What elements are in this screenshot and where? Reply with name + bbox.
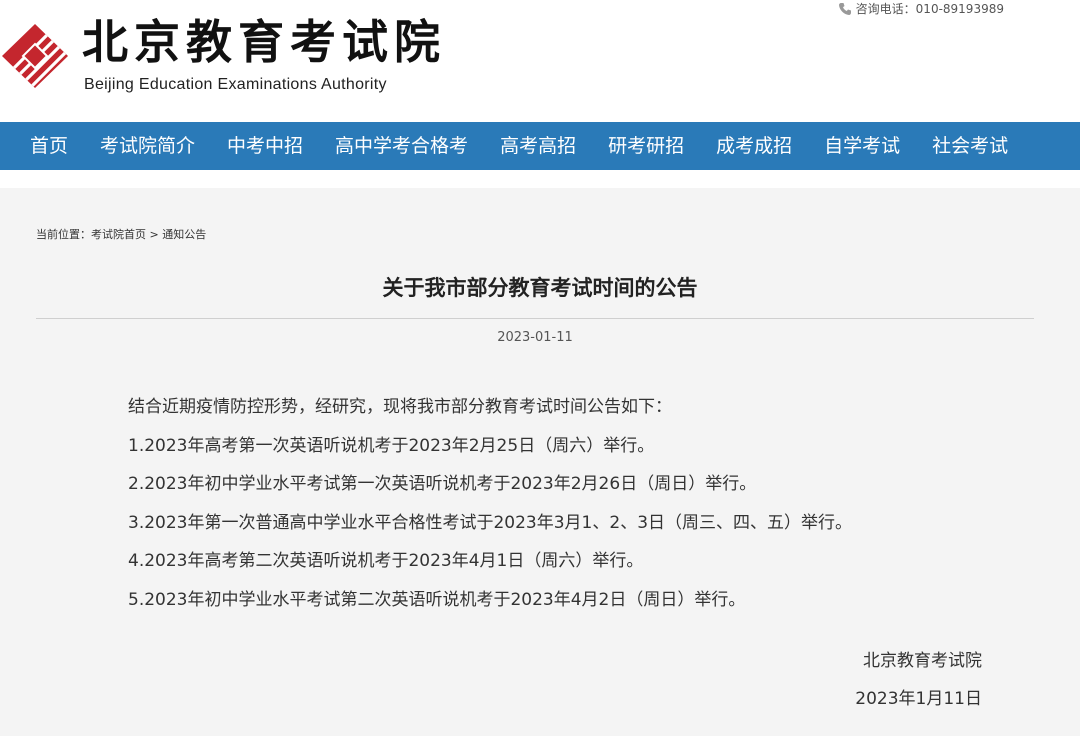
site-logo-title[interactable]: 北京教育考试院 (82, 12, 446, 72)
nav-item-xuekao[interactable]: 高中学考合格考 (319, 122, 484, 170)
breadcrumb-home-link[interactable]: 考试院首页 (91, 228, 146, 241)
signature-block: 北京教育考试院 2023年1月11日 (855, 642, 982, 718)
hotline: 咨询电话：010-89193989 (838, 0, 1004, 17)
nav-item-zixue[interactable]: 自学考试 (808, 122, 916, 170)
breadcrumb-separator: > (146, 228, 163, 241)
signature-org: 北京教育考试院 (863, 651, 982, 671)
hotline-label: 咨询电话：010-89193989 (855, 2, 1004, 16)
breadcrumb-current-link[interactable]: 通知公告 (162, 228, 206, 241)
phone-icon (838, 2, 851, 15)
main-nav: 首页 考试院简介 中考中招 高中学考合格考 高考高招 研考研招 成考成招 自学考… (0, 122, 1080, 170)
article-title: 关于我市部分教育考试时间的公告 (382, 276, 698, 300)
nav-item-yankao[interactable]: 研考研招 (592, 122, 700, 170)
article-item: 1.2023年高考第一次英语听说机考于2023年2月25日（周六）举行。 (128, 435, 655, 456)
signature-date: 2023年1月11日 (855, 689, 982, 709)
nav-item-about[interactable]: 考试院简介 (84, 122, 211, 170)
article-item: 2.2023年初中学业水平考试第一次英语听说机考于2023年2月26日（周日）举… (128, 474, 757, 494)
breadcrumb-prefix: 当前位置： (36, 228, 91, 241)
site-header: 北京教育考试院 Beijing Education Examinations A… (0, 0, 1080, 122)
breadcrumb: 当前位置：考试院首页 > 通知公告 (36, 226, 206, 242)
article-date: 2023-01-11 (497, 330, 573, 345)
nav-item-shehui[interactable]: 社会考试 (916, 122, 1024, 170)
article-item: 5.2023年初中学业水平考试第二次英语听说机考于2023年4月2日（周日）举行… (128, 589, 746, 610)
nav-item-zhongkao[interactable]: 中考中招 (211, 122, 319, 170)
nav-item-chengkao[interactable]: 成考成招 (700, 122, 808, 170)
nav-item-gaokao[interactable]: 高考高招 (484, 122, 592, 170)
article-panel: 当前位置：考试院首页 > 通知公告 关于我市部分教育考试时间的公告 2023-0… (0, 188, 1080, 736)
title-divider (36, 318, 1034, 319)
article-item: 4.2023年高考第二次英语听说机考于2023年4月1日（周六）举行。 (128, 551, 644, 571)
article-item: 3.2023年第一次普通高中学业水平合格性考试于2023年3月1、2、3日（周三… (128, 512, 853, 533)
site-logo-subtitle: Beijing Education Examinations Authority (84, 76, 387, 93)
spacer (0, 170, 1080, 188)
diamond-stripes-logo-icon[interactable] (0, 22, 70, 90)
article-intro: 结合近期疫情防控形势，经研究，现将我市部分教育考试时间公告如下： (128, 397, 672, 417)
article-body: 结合近期疫情防控形势，经研究，现将我市部分教育考试时间公告如下： 1.2023年… (128, 388, 1028, 619)
nav-item-home[interactable]: 首页 (14, 122, 84, 170)
